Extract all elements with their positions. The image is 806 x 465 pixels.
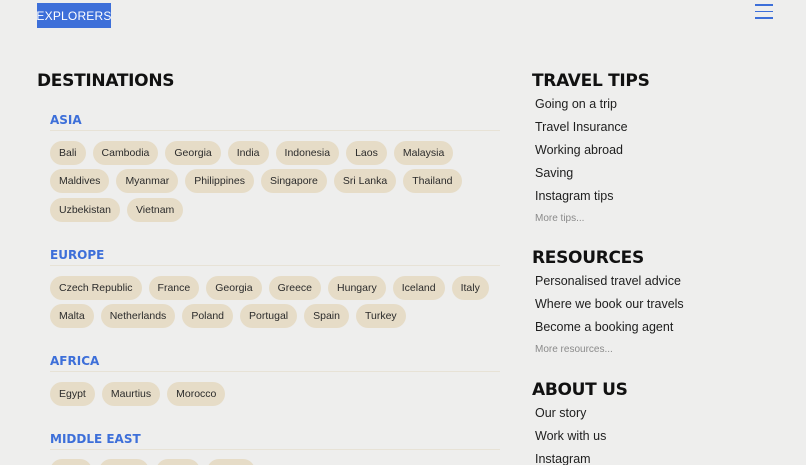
destinations-heading: DESTINATIONS bbox=[37, 71, 175, 91]
region-divider bbox=[50, 130, 500, 131]
about-link-our-story[interactable]: Our story bbox=[535, 406, 606, 429]
travel-tip-link[interactable]: Saving bbox=[535, 166, 628, 189]
about-link-instagram[interactable]: Instagram bbox=[535, 452, 606, 465]
about-us-list: Our story Work with us Instagram bbox=[535, 406, 606, 465]
travel-tips-heading: TRAVEL TIPS bbox=[532, 71, 650, 91]
chip-row: Maldives Myanmar Philippines Singapore S… bbox=[50, 169, 462, 193]
country-chip-laos[interactable]: Laos bbox=[346, 141, 387, 165]
country-chip[interactable] bbox=[207, 459, 255, 465]
country-chip[interactable] bbox=[156, 459, 200, 465]
country-chip[interactable] bbox=[99, 459, 149, 465]
country-chip-malaysia[interactable]: Malaysia bbox=[393, 141, 454, 165]
resource-link[interactable]: Personalised travel advice bbox=[535, 274, 684, 297]
country-chip-czech-republic[interactable]: Czech Republic bbox=[50, 276, 142, 300]
country-chip-malta[interactable]: Malta bbox=[50, 304, 94, 328]
country-chip-thailand[interactable]: Thailand bbox=[403, 169, 462, 193]
region-title-europe: EUROPE bbox=[50, 248, 105, 262]
travel-tip-link[interactable]: Going on a trip bbox=[535, 97, 628, 120]
country-chip-mauritius[interactable]: Maurtius bbox=[101, 382, 161, 406]
chip-row: Malta Netherlands Poland Portugal Spain … bbox=[50, 304, 406, 328]
chip-row: Czech Republic France Georgia Greece Hun… bbox=[50, 276, 489, 300]
country-chip-myanmar[interactable]: Myanmar bbox=[116, 169, 179, 193]
site-logo[interactable]: EXPLORERS bbox=[36, 3, 111, 28]
country-chip-turkey[interactable]: Turkey bbox=[355, 304, 406, 328]
region-divider bbox=[50, 265, 500, 266]
country-chip-sri-lanka[interactable]: Sri Lanka bbox=[333, 169, 397, 193]
chip-row: Egypt Maurtius Morocco bbox=[50, 382, 226, 406]
region-title-africa: AFRICA bbox=[50, 354, 100, 368]
country-chip-france[interactable]: France bbox=[148, 276, 200, 300]
travel-tip-link[interactable]: Instagram tips bbox=[535, 189, 628, 212]
resource-link[interactable]: Where we book our travels bbox=[535, 297, 684, 320]
country-chip-indonesia[interactable]: Indonesia bbox=[275, 141, 340, 165]
country-chip-india[interactable]: India bbox=[227, 141, 269, 165]
resource-link[interactable]: Become a booking agent bbox=[535, 320, 684, 343]
country-chip-vietnam[interactable]: Vietnam bbox=[126, 198, 184, 222]
chip-row-partial bbox=[50, 459, 255, 465]
country-chip-georgia[interactable]: Georgia bbox=[165, 141, 221, 165]
country-chip-morocco[interactable]: Morocco bbox=[167, 382, 226, 406]
country-chip-greece[interactable]: Greece bbox=[268, 276, 322, 300]
country-chip-singapore[interactable]: Singapore bbox=[261, 169, 327, 193]
country-chip-poland[interactable]: Poland bbox=[182, 304, 234, 328]
about-link-work-with-us[interactable]: Work with us bbox=[535, 429, 606, 452]
resources-heading: RESOURCES bbox=[532, 248, 644, 268]
travel-tip-link[interactable]: Working abroad bbox=[535, 143, 628, 166]
country-chip[interactable] bbox=[50, 459, 92, 465]
country-chip-egypt[interactable]: Egypt bbox=[50, 382, 95, 406]
country-chip-italy[interactable]: Italy bbox=[451, 276, 489, 300]
about-us-heading: ABOUT US bbox=[532, 380, 628, 400]
country-chip-portugal[interactable]: Portugal bbox=[240, 304, 298, 328]
country-chip-hungary[interactable]: Hungary bbox=[328, 276, 386, 300]
hamburger-menu-icon[interactable] bbox=[755, 4, 773, 20]
country-chip-cambodia[interactable]: Cambodia bbox=[92, 141, 159, 165]
more-tips-link[interactable]: More tips... bbox=[535, 212, 628, 226]
country-chip-uzbekistan[interactable]: Uzbekistan bbox=[50, 198, 120, 222]
country-chip-philippines[interactable]: Philippines bbox=[185, 169, 254, 193]
resources-list: Personalised travel advice Where we book… bbox=[535, 274, 684, 357]
travel-tip-link[interactable]: Travel Insurance bbox=[535, 120, 628, 143]
more-resources-link[interactable]: More resources... bbox=[535, 343, 684, 357]
country-chip-georgia[interactable]: Georgia bbox=[206, 276, 262, 300]
country-chip-spain[interactable]: Spain bbox=[304, 304, 349, 328]
country-chip-netherlands[interactable]: Netherlands bbox=[100, 304, 176, 328]
country-chip-maldives[interactable]: Maldives bbox=[50, 169, 110, 193]
chip-row: Uzbekistan Vietnam bbox=[50, 198, 184, 222]
country-chip-iceland[interactable]: Iceland bbox=[392, 276, 445, 300]
region-title-middle-east: MIDDLE EAST bbox=[50, 432, 141, 446]
region-divider bbox=[50, 449, 500, 450]
region-title-asia: ASIA bbox=[50, 113, 82, 127]
country-chip-bali[interactable]: Bali bbox=[50, 141, 86, 165]
chip-row: Bali Cambodia Georgia India Indonesia La… bbox=[50, 141, 454, 165]
travel-tips-list: Going on a trip Travel Insurance Working… bbox=[535, 97, 628, 226]
region-divider bbox=[50, 371, 500, 372]
